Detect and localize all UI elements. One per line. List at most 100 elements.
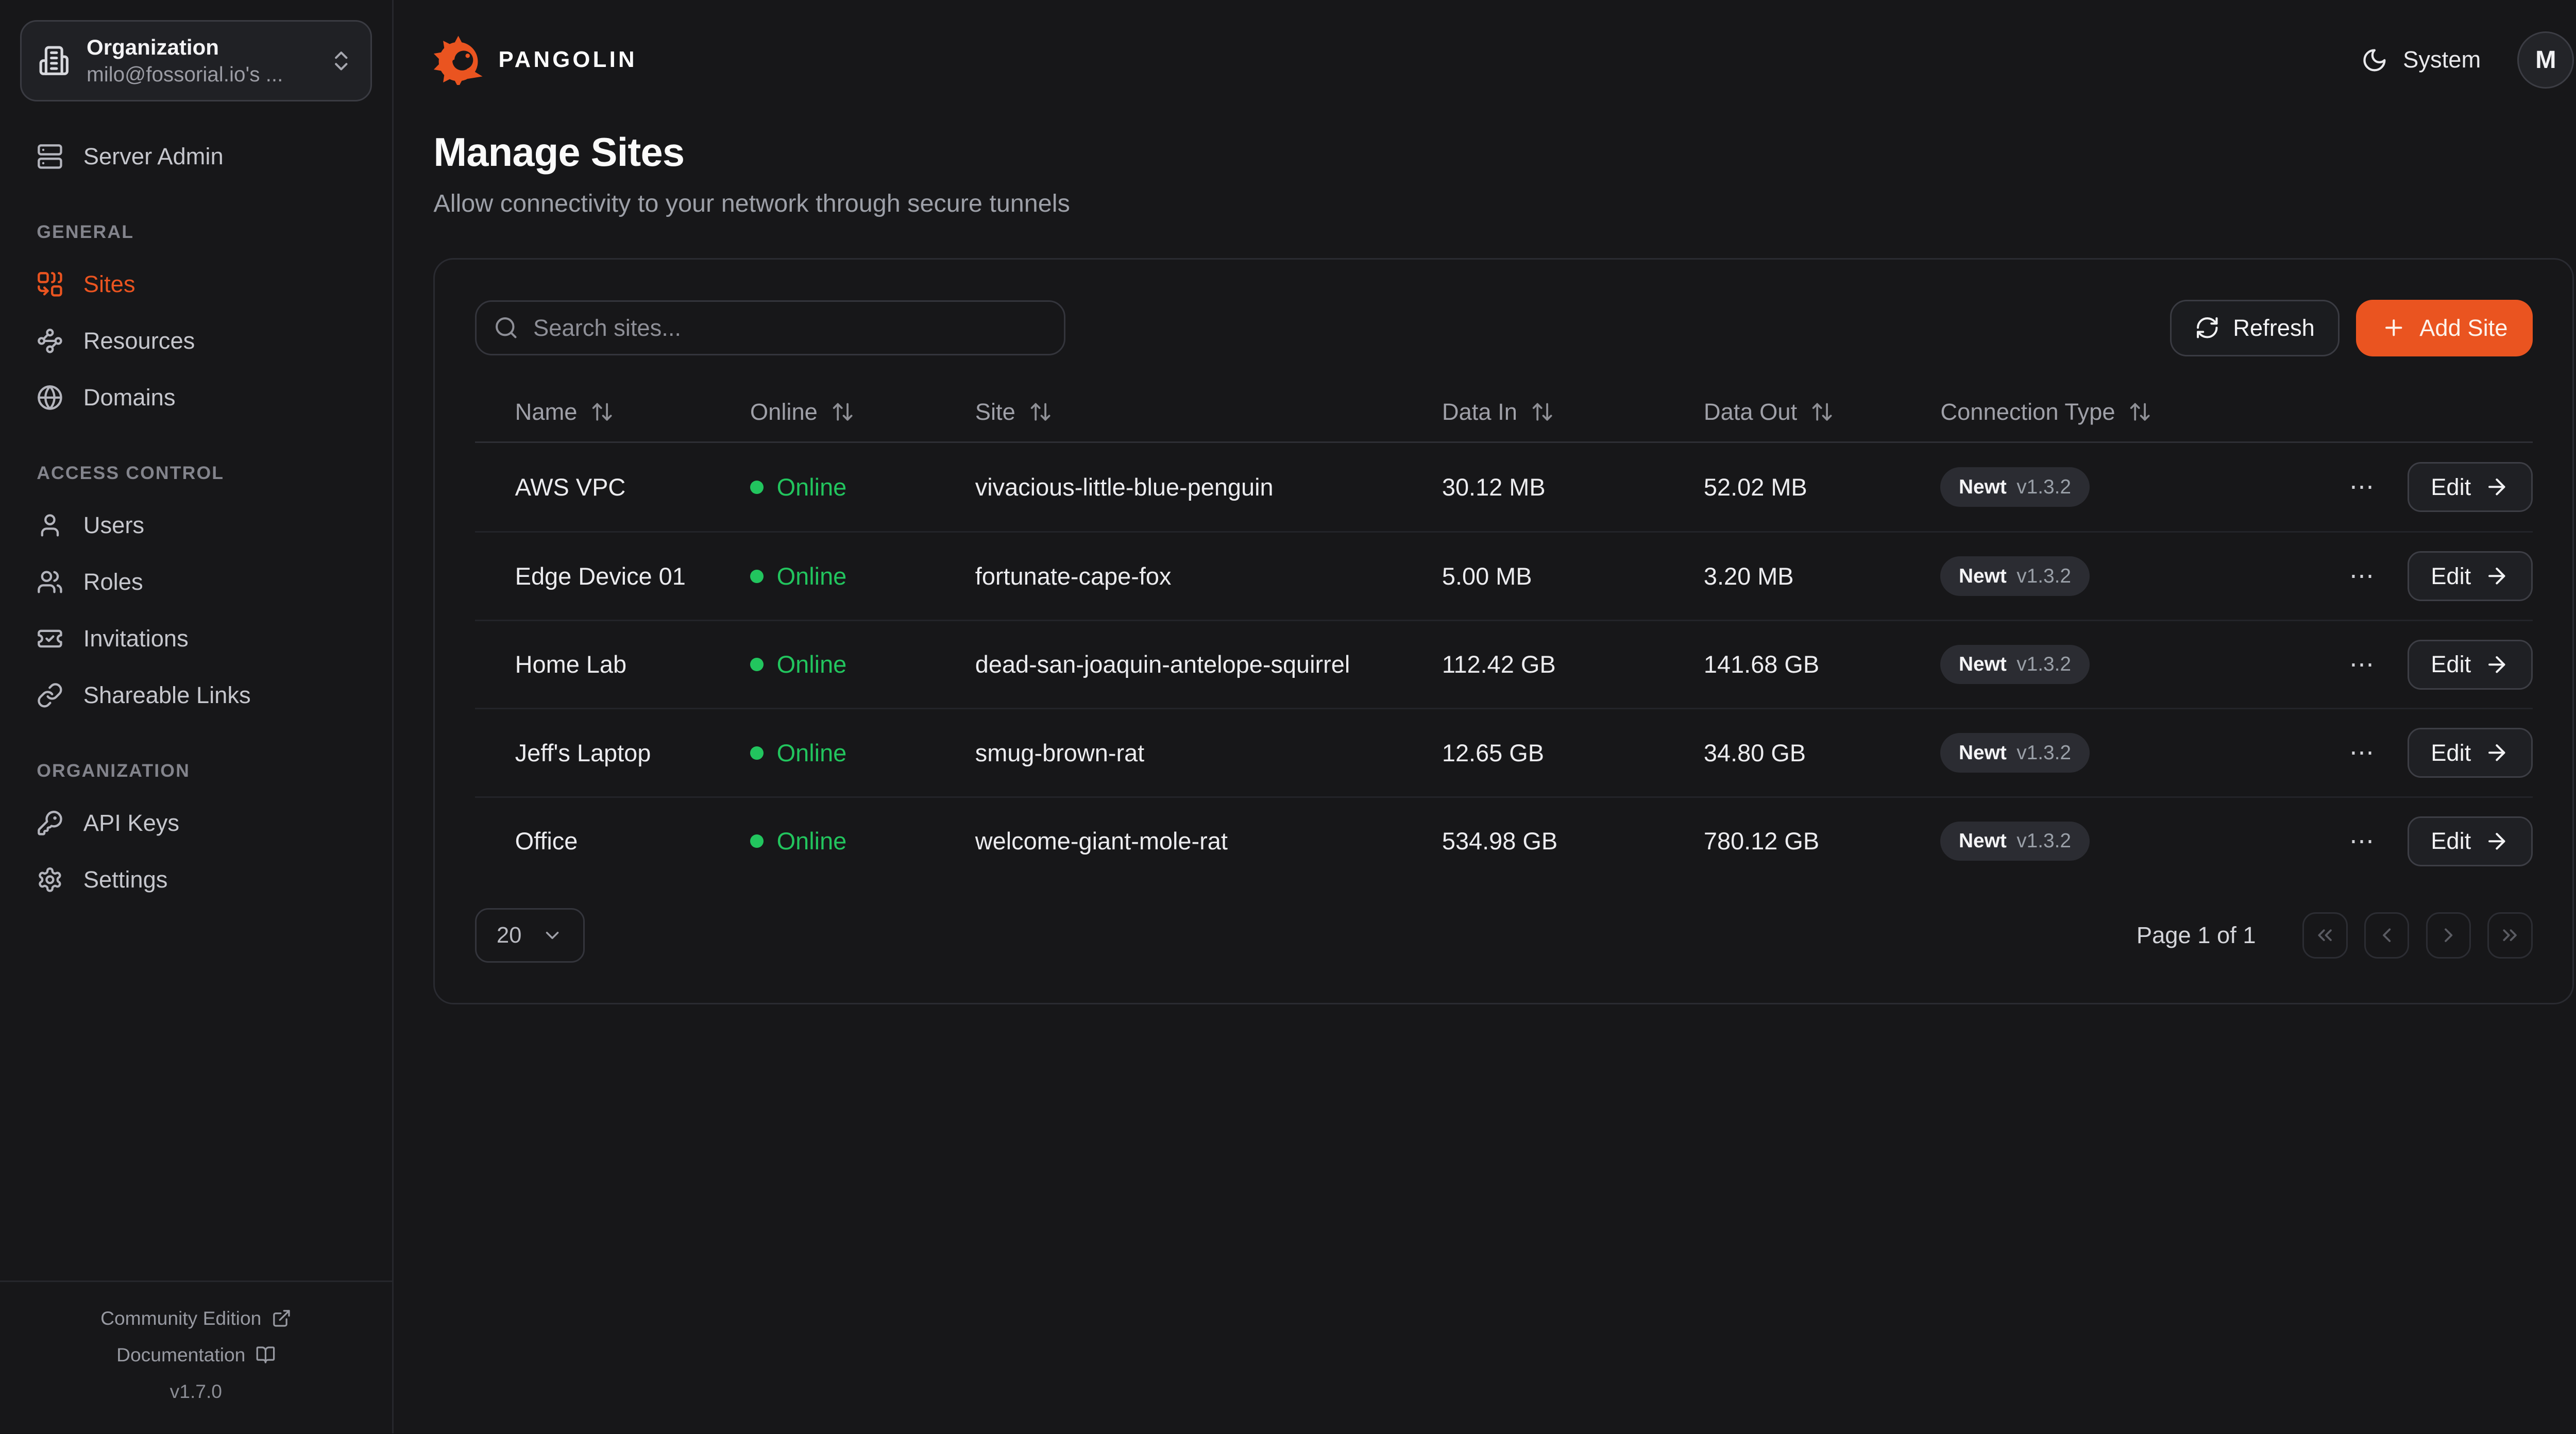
sort-icon — [590, 400, 614, 423]
pangolin-logo-icon — [433, 35, 483, 85]
sidebar-item-resources[interactable]: Resources — [20, 313, 372, 369]
prev-page-button[interactable] — [2364, 912, 2409, 959]
row-menu-button[interactable]: ⋯ — [2346, 468, 2379, 506]
add-site-button[interactable]: Add Site — [2356, 300, 2532, 356]
edit-button[interactable]: Edit — [2408, 551, 2533, 601]
cell-connection-type: Newtv1.3.2 — [1940, 822, 2337, 861]
cell-site: welcome-giant-mole-rat — [975, 827, 1442, 855]
cell-name: Jeff's Laptop — [515, 739, 750, 767]
waypoints-icon — [37, 328, 63, 354]
sidebar-item-label: Invitations — [83, 625, 189, 652]
refresh-icon — [2195, 315, 2220, 340]
sites-card: Refresh Add Site Name Online Site Data I… — [433, 258, 2574, 1004]
community-edition-link[interactable]: Community Edition — [13, 1300, 379, 1337]
edit-button[interactable]: Edit — [2408, 640, 2533, 690]
search-input[interactable] — [475, 300, 1065, 355]
cell-online: Online — [750, 827, 975, 855]
cell-site: smug-brown-rat — [975, 739, 1442, 767]
table-header-row: Name Online Site Data In Data Out Connec… — [475, 383, 2533, 442]
last-page-button[interactable] — [2487, 912, 2532, 959]
org-selector[interactable]: Organization milo@fossorial.io's ... — [20, 20, 372, 101]
gear-icon — [37, 866, 63, 893]
cell-name: Office — [515, 827, 750, 855]
connection-badge: Newtv1.3.2 — [1940, 645, 2089, 684]
table-row: Office Online welcome-giant-mole-rat 534… — [475, 796, 2533, 885]
column-header-online[interactable]: Online — [750, 399, 975, 425]
avatar[interactable]: M — [2517, 31, 2574, 88]
search-icon — [494, 315, 519, 340]
table-row: Jeff's Laptop Online smug-brown-rat 12.6… — [475, 708, 2533, 796]
cell-online: Online — [750, 739, 975, 767]
sidebar: Organization milo@fossorial.io's ... Ser… — [0, 0, 394, 1433]
moon-icon — [2361, 47, 2388, 74]
cell-data-out: 52.02 MB — [1704, 473, 1941, 501]
cell-data-out: 34.80 GB — [1704, 739, 1941, 767]
connection-badge: Newtv1.3.2 — [1940, 556, 2089, 595]
page-info: Page 1 of 1 — [2137, 922, 2256, 949]
sidebar-item-users[interactable]: Users — [20, 497, 372, 554]
chevrons-right-icon — [2498, 924, 2521, 947]
section-heading-access-control: ACCESS CONTROL — [37, 463, 372, 484]
cell-online: Online — [750, 562, 975, 590]
cell-data-out: 141.68 GB — [1704, 651, 1941, 678]
sidebar-item-server-admin[interactable]: Server Admin — [20, 128, 372, 185]
column-header-connection-type[interactable]: Connection Type — [1940, 399, 2337, 425]
connection-badge: Newtv1.3.2 — [1940, 822, 2089, 861]
sort-icon — [1531, 400, 1554, 423]
edit-button[interactable]: Edit — [2408, 462, 2533, 512]
theme-label: System — [2403, 46, 2481, 73]
app-root: Organization milo@fossorial.io's ... Ser… — [0, 0, 2576, 1433]
edit-button[interactable]: Edit — [2408, 728, 2533, 778]
cell-connection-type: Newtv1.3.2 — [1940, 467, 2337, 506]
org-subtitle: milo@fossorial.io's ... — [87, 61, 312, 88]
row-menu-button[interactable]: ⋯ — [2346, 645, 2379, 684]
topbar: PANGOLIN System M — [394, 0, 2576, 120]
sidebar-item-settings[interactable]: Settings — [20, 851, 372, 908]
combine-icon — [37, 271, 63, 298]
edit-button[interactable]: Edit — [2408, 816, 2533, 866]
sidebar-item-shareable-links[interactable]: Shareable Links — [20, 667, 372, 724]
column-header-name[interactable]: Name — [515, 399, 750, 425]
cell-online: Online — [750, 473, 975, 501]
page-size-select[interactable]: 20 — [475, 908, 585, 963]
first-page-button[interactable] — [2302, 912, 2347, 959]
brand[interactable]: PANGOLIN — [433, 35, 637, 85]
arrow-right-icon — [2484, 474, 2510, 500]
cell-data-in: 534.98 GB — [1442, 827, 1704, 855]
row-menu-button[interactable]: ⋯ — [2346, 822, 2379, 860]
cell-connection-type: Newtv1.3.2 — [1940, 556, 2337, 595]
sidebar-item-label: Domains — [83, 384, 176, 411]
sort-icon — [1029, 400, 1052, 423]
user-icon — [37, 512, 63, 539]
sidebar-item-invitations[interactable]: Invitations — [20, 610, 372, 667]
sidebar-item-label: Server Admin — [83, 143, 224, 170]
column-header-site[interactable]: Site — [975, 399, 1442, 425]
book-open-icon — [256, 1345, 276, 1365]
column-header-data-out[interactable]: Data Out — [1704, 399, 1941, 425]
column-header-data-in[interactable]: Data In — [1442, 399, 1704, 425]
cell-connection-type: Newtv1.3.2 — [1940, 645, 2337, 684]
cell-data-out: 780.12 GB — [1704, 827, 1941, 855]
row-menu-button[interactable]: ⋯ — [2346, 557, 2379, 595]
sidebar-item-domains[interactable]: Domains — [20, 369, 372, 426]
cell-data-in: 12.65 GB — [1442, 739, 1704, 767]
brand-name: PANGOLIN — [499, 47, 637, 73]
sidebar-item-api-keys[interactable]: API Keys — [20, 795, 372, 851]
sidebar-item-label: Users — [83, 512, 144, 539]
link-icon — [37, 682, 63, 709]
sort-icon — [831, 400, 854, 423]
table-row: Home Lab Online dead-san-joaquin-antelop… — [475, 620, 2533, 708]
refresh-button[interactable]: Refresh — [2170, 300, 2340, 356]
cell-name: AWS VPC — [515, 473, 750, 501]
chevron-right-icon — [2437, 924, 2460, 947]
row-menu-button[interactable]: ⋯ — [2346, 733, 2379, 772]
documentation-link[interactable]: Documentation — [13, 1337, 379, 1373]
cell-connection-type: Newtv1.3.2 — [1940, 733, 2337, 772]
sidebar-item-label: Settings — [83, 866, 168, 893]
next-page-button[interactable] — [2426, 912, 2471, 959]
sites-toolbar: Refresh Add Site — [475, 300, 2533, 356]
page-title: Manage Sites — [433, 130, 2574, 176]
sidebar-item-sites[interactable]: Sites — [20, 256, 372, 313]
theme-toggle[interactable]: System — [2361, 46, 2481, 73]
sidebar-item-roles[interactable]: Roles — [20, 554, 372, 610]
